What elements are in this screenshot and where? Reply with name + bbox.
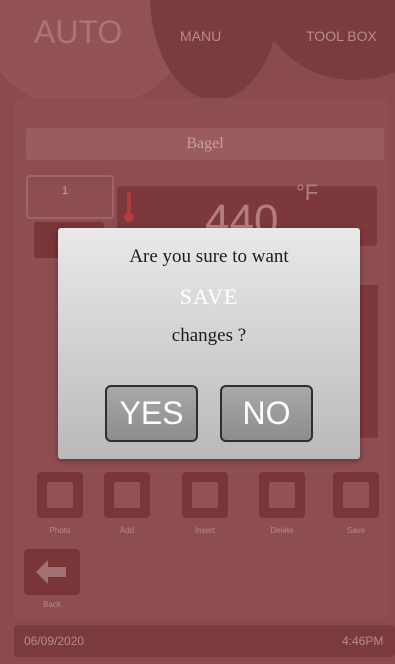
- save-label: Save: [346, 526, 366, 535]
- recipe-name[interactable]: Bagel: [26, 128, 384, 160]
- add-label: Add: [119, 526, 135, 535]
- tab-manu-label: MANU: [180, 28, 222, 44]
- status-date: 06/09/2020: [24, 634, 85, 648]
- thermometer-icon: [124, 192, 134, 224]
- no-button[interactable]: NO: [220, 385, 313, 442]
- delete-button[interactable]: [259, 472, 305, 518]
- add-icon: [114, 482, 140, 508]
- step-box[interactable]: [26, 175, 114, 219]
- confirm-dialog: Are you sure to want SAVE changes ? YES …: [58, 228, 360, 459]
- insert-button[interactable]: [182, 472, 228, 518]
- dialog-message-line1: Are you sure to want: [129, 246, 289, 267]
- back-label: Back: [43, 600, 61, 609]
- tab-auto-label: AUTO: [34, 14, 123, 50]
- dialog-action: SAVE: [179, 284, 239, 309]
- back-arrow-icon: [36, 560, 66, 584]
- photo-button[interactable]: [37, 472, 83, 518]
- dialog-message-line3: changes ?: [171, 325, 247, 346]
- insert-icon: [192, 482, 218, 508]
- delete-label: Delete: [270, 526, 294, 535]
- save-icon: [343, 482, 369, 508]
- save-toolbar-button[interactable]: [333, 472, 379, 518]
- photo-icon: [47, 482, 73, 508]
- side-control-1[interactable]: [360, 285, 378, 380]
- insert-label: Insert: [194, 526, 215, 535]
- screen: AUTO MANU TOOL BOX Bagel 1 440 °F Photo …: [0, 0, 395, 664]
- tab-toolbox-label: TOOL BOX: [306, 28, 377, 44]
- side-control-2[interactable]: [360, 380, 378, 438]
- add-button[interactable]: [104, 472, 150, 518]
- photo-label: Photo: [49, 526, 71, 535]
- yes-button[interactable]: YES: [105, 385, 198, 442]
- temperature-unit: °F: [296, 180, 319, 205]
- delete-icon: [269, 482, 295, 508]
- step-number: 1: [62, 185, 69, 197]
- status-time: 4:46PM: [342, 634, 384, 648]
